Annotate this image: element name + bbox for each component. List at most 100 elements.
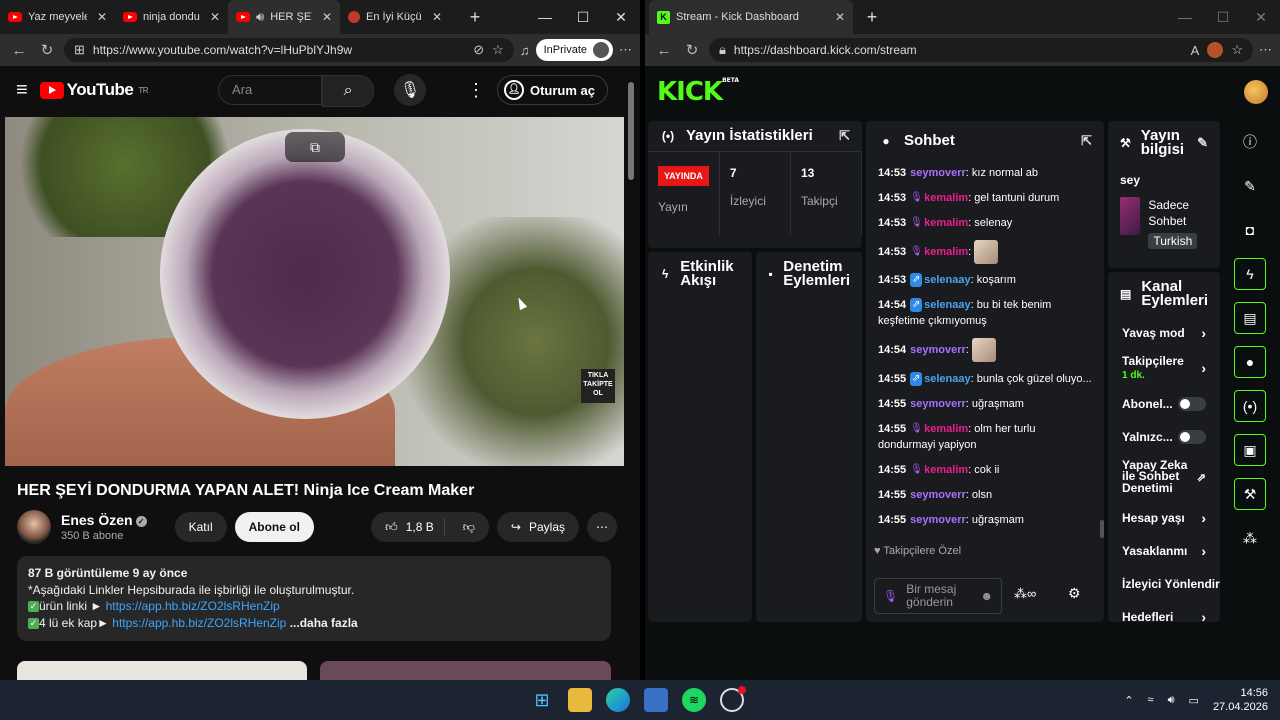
chevron-up-icon[interactable]: ⌃ (1124, 694, 1133, 707)
close-icon[interactable]: ✕ (322, 10, 332, 24)
file-explorer-icon[interactable] (568, 688, 592, 712)
store-icon[interactable] (644, 688, 668, 712)
emotes-only-toggle[interactable] (1178, 429, 1206, 444)
volume-icon[interactable]: 🔊︎ (1168, 694, 1175, 707)
description-box[interactable]: 87 B görüntüleme 9 ay önce *Aşağıdaki Li… (17, 556, 611, 641)
viewer-redirect-row[interactable]: İzleyici Yönlendir (1108, 567, 1220, 600)
windows-start-icon[interactable]: ⊞ (530, 688, 554, 712)
broadcast-icon[interactable]: (•) (1234, 390, 1266, 422)
like-button[interactable]: 👍︎ 1,8 B (371, 518, 445, 536)
inprivate-badge[interactable]: InPrivate (535, 39, 613, 61)
channel-name[interactable]: Enes Özen ✓ (61, 512, 147, 528)
close-icon[interactable]: ✕ (210, 10, 220, 24)
user-avatar[interactable] (1244, 80, 1268, 104)
more-actions-button[interactable]: ⋯ (587, 512, 617, 542)
new-tab-button[interactable]: + (853, 7, 891, 28)
maximize-button[interactable]: ☐ (1204, 9, 1242, 26)
chat-username[interactable]: seymoverr (910, 514, 966, 526)
info-icon[interactable]: ⓘ (1234, 126, 1266, 158)
tab-her-seyi[interactable]: 🔊︎ HER ŞEYİ ✕ (228, 0, 340, 34)
kick-logo[interactable]: KICKBETA (657, 77, 739, 107)
document-icon[interactable]: ▤ (1234, 302, 1266, 334)
clock-app-icon[interactable] (720, 686, 746, 712)
subscribe-overlay[interactable]: TIKLA TAKİPTE OL (581, 369, 615, 403)
minimize-button[interactable]: — (526, 9, 564, 25)
close-window-button[interactable]: ✕ (1242, 9, 1280, 26)
join-button[interactable]: Katıl (174, 512, 227, 542)
chat-username[interactable]: kemalim (924, 192, 968, 204)
subscribe-button[interactable]: Abone ol (234, 512, 314, 542)
more-menu-icon[interactable]: ⋯ (1259, 42, 1272, 58)
extension-icon[interactable] (1207, 42, 1224, 58)
chat-username[interactable]: kemalim (924, 464, 968, 476)
url-field[interactable]: ⊞ https://www.youtube.com/watch?v=lHuPbl… (64, 38, 514, 62)
points-icon[interactable]: ⁂∞ (1014, 586, 1036, 602)
favorite-star-icon[interactable]: ☆ (1231, 42, 1243, 58)
chat-username[interactable]: kemalim (924, 423, 968, 435)
tab-yaz-meyveleri[interactable]: Yaz meyveleriı ✕ (0, 0, 115, 34)
banned-words-row[interactable]: Yasaklanmı › (1108, 534, 1220, 567)
chat-username[interactable]: seymoverr (910, 344, 966, 356)
show-more-link[interactable]: ...daha fazla (290, 616, 358, 630)
subscribers-only-toggle[interactable] (1178, 396, 1206, 411)
chat-bubble-icon[interactable]: ● (1234, 346, 1266, 378)
read-aloud-icon[interactable]: A (1191, 43, 1200, 58)
slow-mode-row[interactable]: Yavaş mod › (1108, 316, 1220, 349)
chat-username[interactable]: seymoverr (910, 167, 966, 179)
back-icon[interactable]: ← (8, 42, 30, 59)
account-age-row[interactable]: Hesap yaşı › (1108, 501, 1220, 534)
search-button[interactable]: ⌕ (322, 75, 375, 107)
product-link[interactable]: https://app.hb.biz/ZO2lsRHenZip (106, 599, 280, 613)
voice-search-button[interactable]: 🎙︎ (394, 74, 427, 106)
chat-username[interactable]: selenaay (924, 299, 970, 311)
followers-only-row[interactable]: Takipçilere 1 dk. › (1108, 349, 1220, 387)
refresh-icon[interactable]: ↻ (36, 41, 58, 59)
close-icon[interactable]: ✕ (432, 10, 442, 24)
back-icon[interactable]: ← (653, 42, 675, 59)
popout-icon[interactable]: ⇱ (839, 129, 850, 143)
chat-username[interactable]: kemalim (924, 217, 968, 229)
related-video-thumbnail[interactable] (320, 661, 611, 680)
battery-icon[interactable]: ▭ (1189, 694, 1199, 707)
maximize-button[interactable]: ☐ (564, 9, 602, 26)
new-tab-button[interactable]: + (456, 7, 494, 28)
layout-icon[interactable]: ▣ (1234, 434, 1266, 466)
settings-kebab-icon[interactable]: ⋮ (467, 80, 485, 101)
youtube-logo[interactable]: YouTube TR (39, 80, 149, 100)
edit-pencil-icon[interactable]: ✎ (1234, 170, 1266, 202)
favorite-star-icon[interactable]: ☆ (492, 42, 504, 58)
wifi-icon[interactable]: ≈ (1148, 694, 1154, 706)
product-link[interactable]: https://app.hb.biz/ZO2lsRHenZip (112, 616, 286, 630)
camera-icon[interactable]: ◘ (1234, 214, 1266, 246)
edit-pencil-icon[interactable]: ✎ (1197, 136, 1208, 150)
more-menu-icon[interactable]: ⋯ (619, 42, 632, 58)
close-icon[interactable]: ✕ (835, 10, 845, 24)
video-player[interactable]: ⧉ TIKLA TAKİPTE OL (5, 117, 624, 466)
emoji-icon[interactable]: ☻ (980, 589, 993, 603)
chat-input[interactable]: 🎙︎ Bir mesaj gönderin ☻ (874, 578, 1002, 614)
tab-kick-dashboard[interactable]: K Stream - Kick Dashboard ✕ (649, 0, 853, 34)
refresh-icon[interactable]: ↻ (681, 41, 703, 59)
minimize-button[interactable]: — (1166, 9, 1204, 25)
channel-avatar[interactable] (17, 510, 51, 544)
ai-moderation-row[interactable]: Yapay Zeka ile Sohbet Denetimi ⇗ (1108, 453, 1220, 501)
chat-username[interactable]: kemalim (924, 246, 968, 258)
chat-username[interactable]: selenaay (924, 274, 970, 286)
dislike-button[interactable]: 👎︎ (453, 520, 489, 535)
media-control-icon[interactable]: ♫ (520, 43, 530, 58)
related-video-thumbnail[interactable] (17, 661, 307, 680)
goals-row[interactable]: Hedefleri › (1108, 600, 1220, 623)
hamburger-menu-icon[interactable]: ≡ (16, 79, 28, 102)
speaker-icon[interactable]: 🔊︎ (256, 9, 264, 25)
tab-ninja-dondurma[interactable]: ninja dondurm ✕ (115, 0, 228, 34)
share-button[interactable]: ↪ Paylaş (496, 512, 579, 542)
spotify-icon[interactable]: ≋ (682, 688, 706, 712)
url-field[interactable]: 🔒︎ https://dashboard.kick.com/stream A ☆ (709, 38, 1253, 62)
tab-en-iyi-kucuk[interactable]: En İyi Küçük Ev ✕ (340, 0, 450, 34)
close-icon[interactable]: ✕ (97, 10, 107, 24)
search-input[interactable]: Ara (218, 75, 323, 105)
lightning-icon[interactable]: ϟ (1234, 258, 1266, 290)
edge-browser-icon[interactable] (606, 688, 630, 712)
site-info-icon[interactable]: ⊞ (74, 42, 85, 58)
apps-icon[interactable]: ⁂ (1234, 522, 1266, 554)
